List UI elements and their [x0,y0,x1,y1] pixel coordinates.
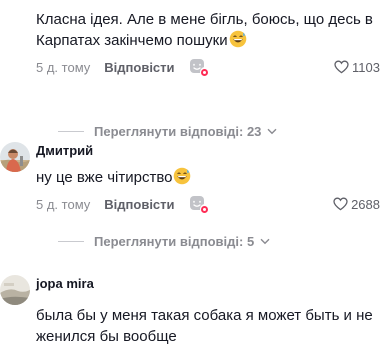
like-button[interactable]: 1103 [334,57,380,77]
avatar[interactable] [0,142,30,172]
divider-line [58,240,84,242]
divider-line [58,130,84,132]
comment-date: 5 д. тому [36,59,91,75]
like-button[interactable]: 2688 [333,194,380,214]
avatar[interactable] [0,275,30,305]
view-replies-label: Переглянути відповіді: 23 [94,123,262,139]
grinning-sweat-emoji-icon [174,167,191,185]
view-replies-button[interactable]: Переглянути відповіді: 5 [58,231,270,251]
like-count: 1103 [352,59,380,75]
comment-text: Класна ідея. Але в мене бігль, боюсь, що… [36,11,373,49]
comment-meta: 5 д. тому Відповісти [36,57,211,77]
react-sticker-button[interactable] [189,57,211,77]
comment-date: 5 д. тому [36,196,91,212]
react-sticker-button[interactable] [189,194,211,214]
comment-username[interactable]: jopa mira [36,275,94,293]
comment-text: была бы у меня такая собака я может быть… [36,307,373,345]
like-count: 2688 [351,196,380,212]
user-photo-icon [0,142,30,172]
heart-icon [334,60,349,74]
grinning-sweat-emoji-icon [229,30,246,48]
reply-button[interactable]: Відповісти [104,60,174,75]
comment-meta: 5 д. тому Відповісти [36,194,211,214]
view-replies-button[interactable]: Переглянути відповіді: 23 [58,121,277,141]
comment-text: ну це вже чітирство [36,167,191,188]
view-replies-label: Переглянути відповіді: 5 [94,233,255,249]
chevron-down-icon [267,128,277,134]
reply-button[interactable]: Відповісти [104,197,174,212]
heart-icon [333,197,348,211]
comment-username[interactable]: Дмитрий [36,142,93,160]
chevron-down-icon [260,238,270,244]
user-photo-icon [0,275,30,305]
